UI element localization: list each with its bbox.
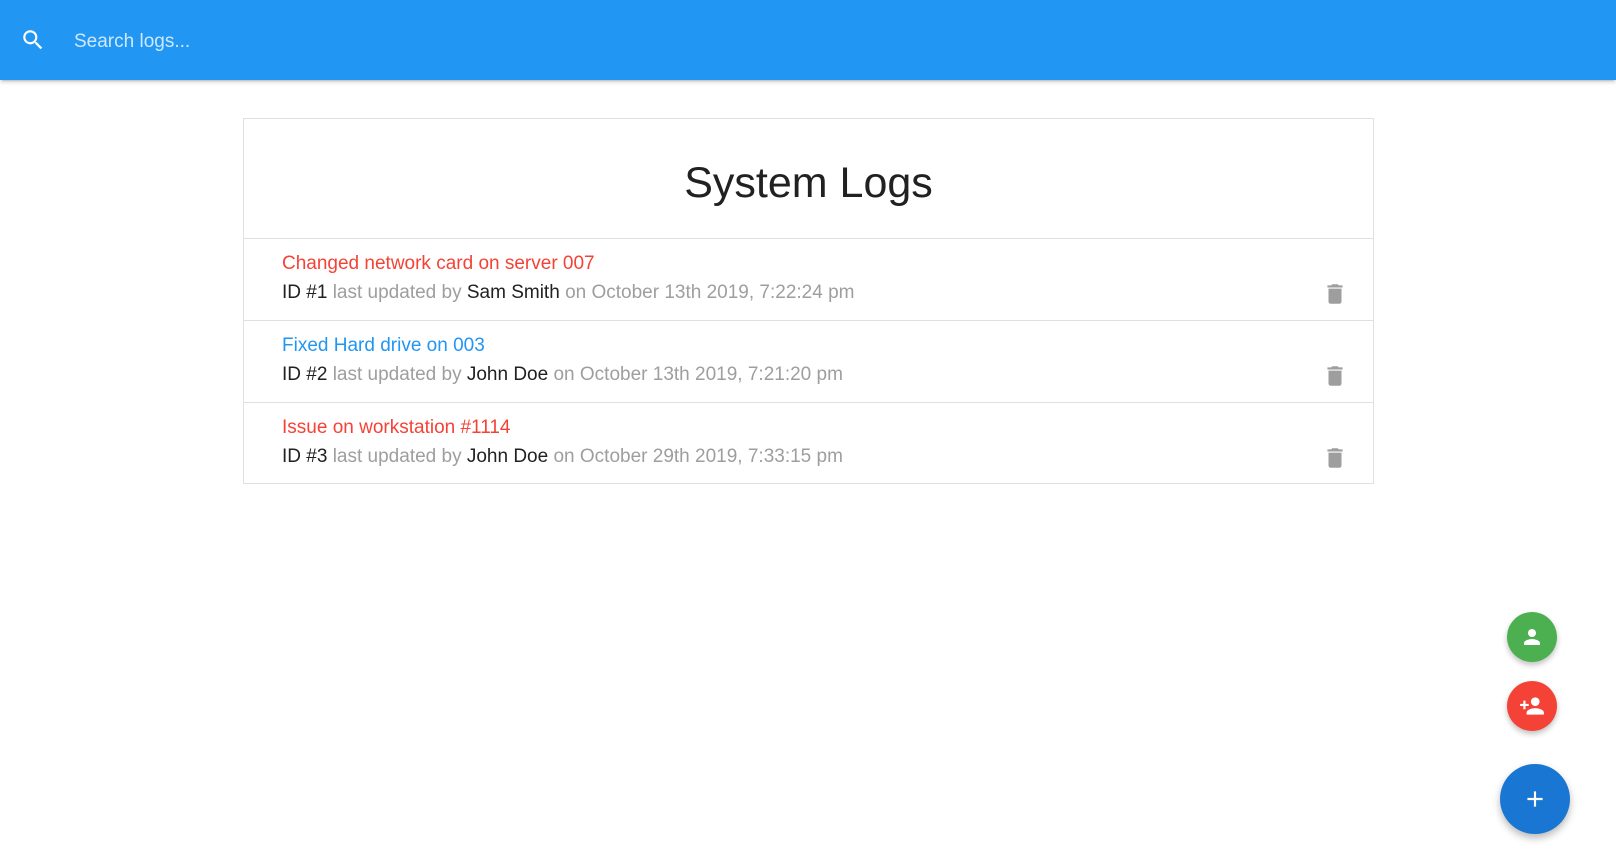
log-date: on October 13th 2019, 7:22:24 pm <box>565 282 855 303</box>
log-item: Changed network card on server 007 ID #1… <box>244 239 1373 321</box>
person-add-icon <box>1520 697 1544 715</box>
search-icon[interactable] <box>20 27 46 53</box>
log-meta: ID #1 last updated by Sam Smith on Octob… <box>282 282 855 304</box>
log-id: ID #3 <box>282 446 328 467</box>
log-date: on October 13th 2019, 7:21:20 pm <box>553 364 843 385</box>
log-id: ID #1 <box>282 282 328 303</box>
log-tech-name: Sam Smith <box>466 282 560 303</box>
log-meta: ID #2 last updated by John Doe on Octobe… <box>282 364 843 386</box>
add-log-button[interactable] <box>1500 764 1570 834</box>
plus-icon <box>1527 791 1543 807</box>
add-tech-button[interactable] <box>1507 681 1557 731</box>
log-message-link[interactable]: Fixed Hard drive on 003 <box>282 335 485 357</box>
log-id: ID #2 <box>282 364 328 385</box>
log-item: Issue on workstation #1114 ID #3 last up… <box>244 403 1373 484</box>
page-title: System Logs <box>684 159 933 207</box>
log-updated-by-label: last updated by <box>332 364 462 385</box>
log-message-link[interactable]: Changed network card on server 007 <box>282 253 595 275</box>
log-updated-by-label: last updated by <box>332 282 462 303</box>
trash-icon[interactable] <box>1322 363 1348 389</box>
logs-card-header: System Logs <box>244 119 1373 239</box>
log-item: Fixed Hard drive on 003 ID #2 last updat… <box>244 321 1373 403</box>
log-message-link[interactable]: Issue on workstation #1114 <box>282 417 511 439</box>
trash-icon[interactable] <box>1322 281 1348 307</box>
trash-icon[interactable] <box>1322 445 1348 471</box>
log-updated-by-label: last updated by <box>332 446 462 467</box>
logs-card: System Logs Changed network card on serv… <box>243 118 1374 484</box>
log-tech-name: John Doe <box>466 446 549 467</box>
top-navbar <box>0 0 1616 80</box>
search-input[interactable] <box>74 22 1554 62</box>
tech-list-button[interactable] <box>1507 612 1557 662</box>
log-date: on October 29th 2019, 7:33:15 pm <box>553 446 843 467</box>
log-tech-name: John Doe <box>466 364 549 385</box>
person-icon <box>1524 629 1540 645</box>
log-meta: ID #3 last updated by John Doe on Octobe… <box>282 446 843 468</box>
